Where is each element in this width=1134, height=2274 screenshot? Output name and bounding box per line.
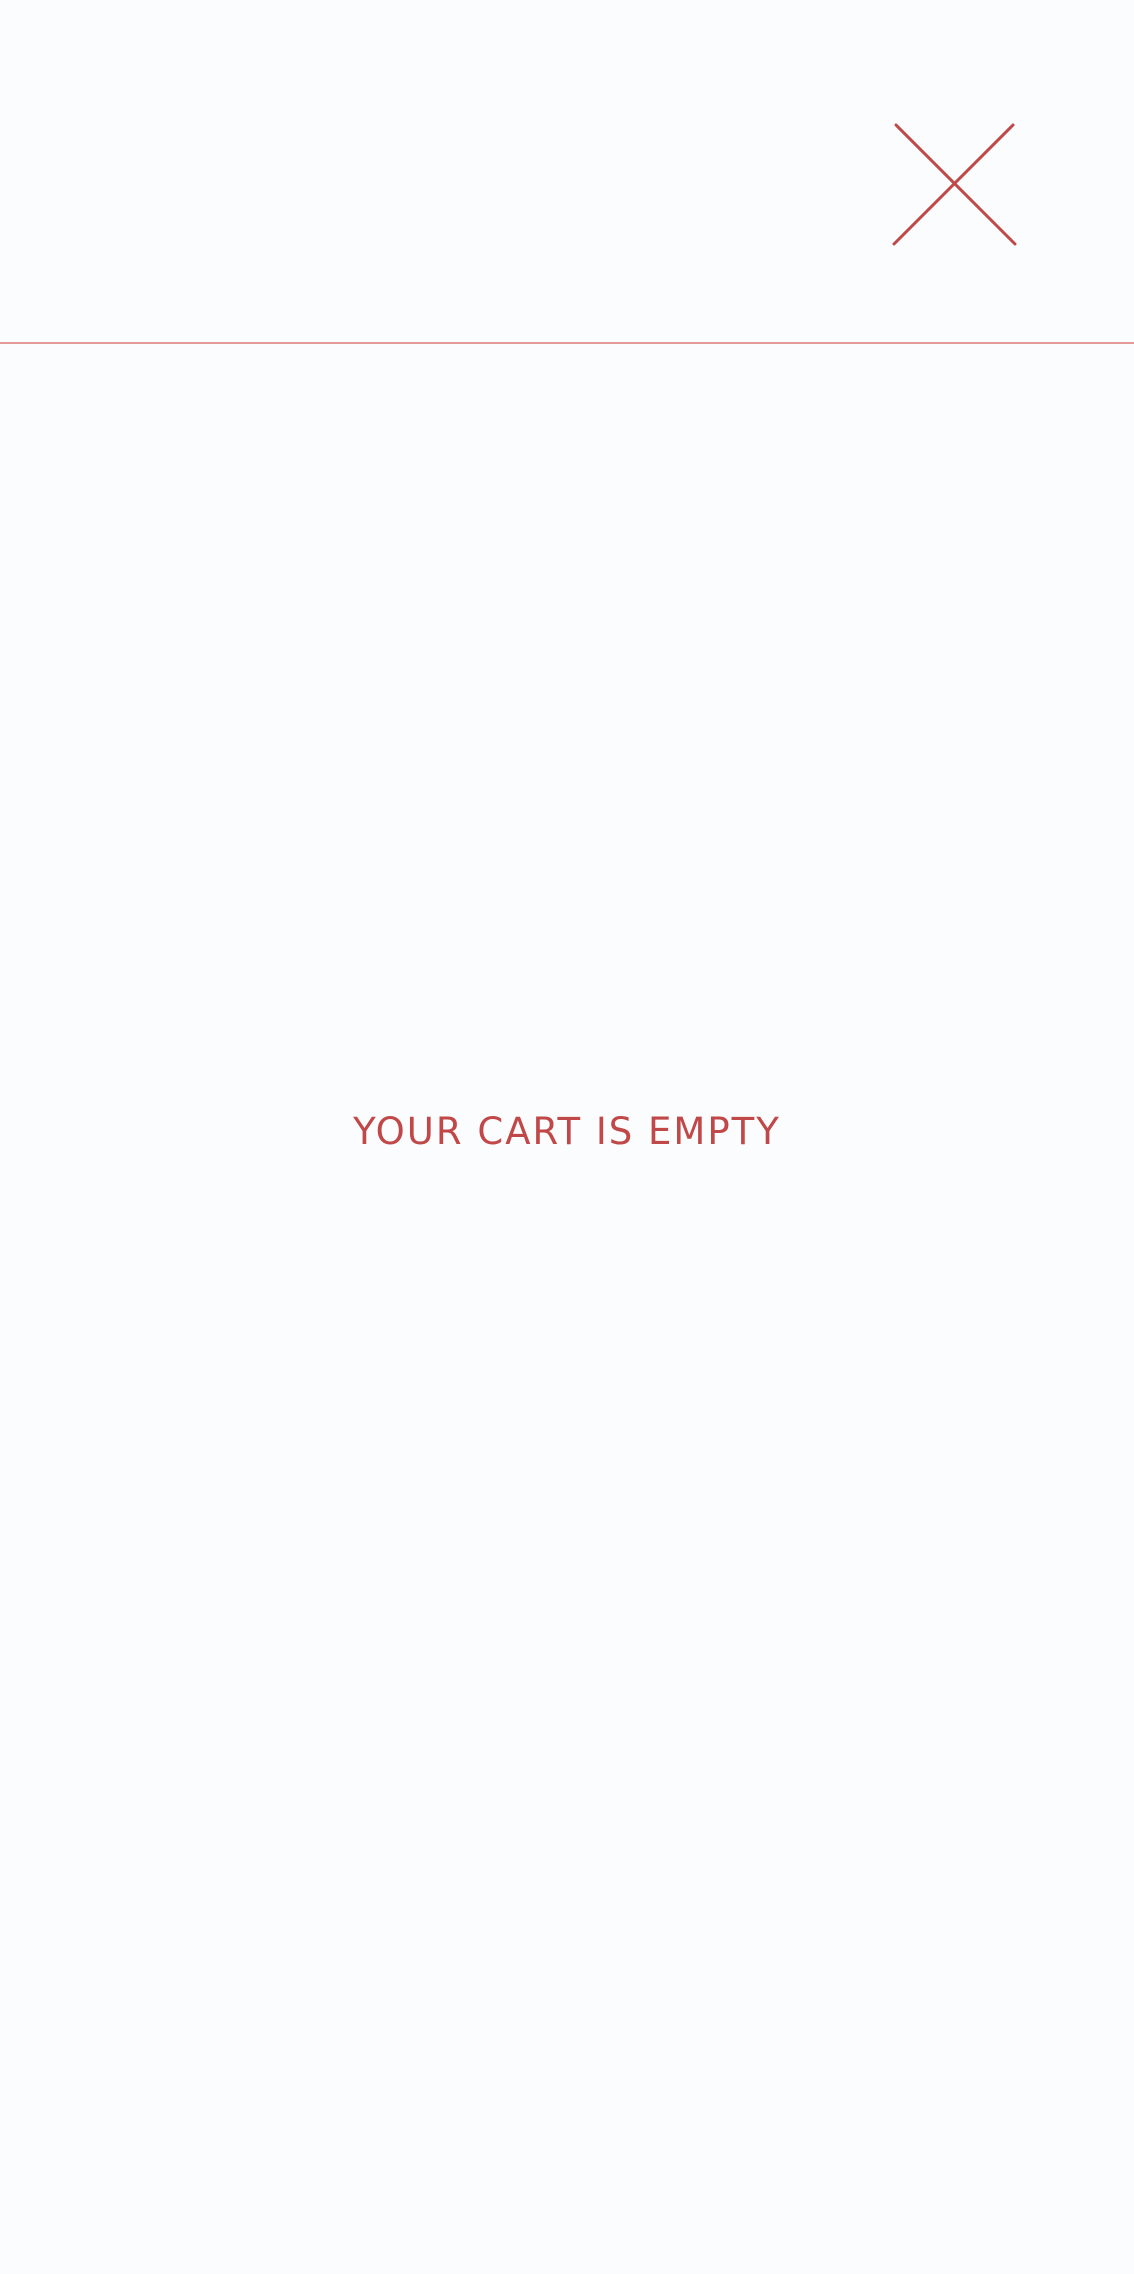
- cart-drawer: YOUR CART IS EMPTY: [0, 0, 1134, 2274]
- empty-cart-message: YOUR CART IS EMPTY: [353, 1110, 781, 1153]
- close-icon: [892, 123, 1017, 246]
- close-button[interactable]: [880, 115, 1020, 255]
- cart-header: [0, 0, 1134, 344]
